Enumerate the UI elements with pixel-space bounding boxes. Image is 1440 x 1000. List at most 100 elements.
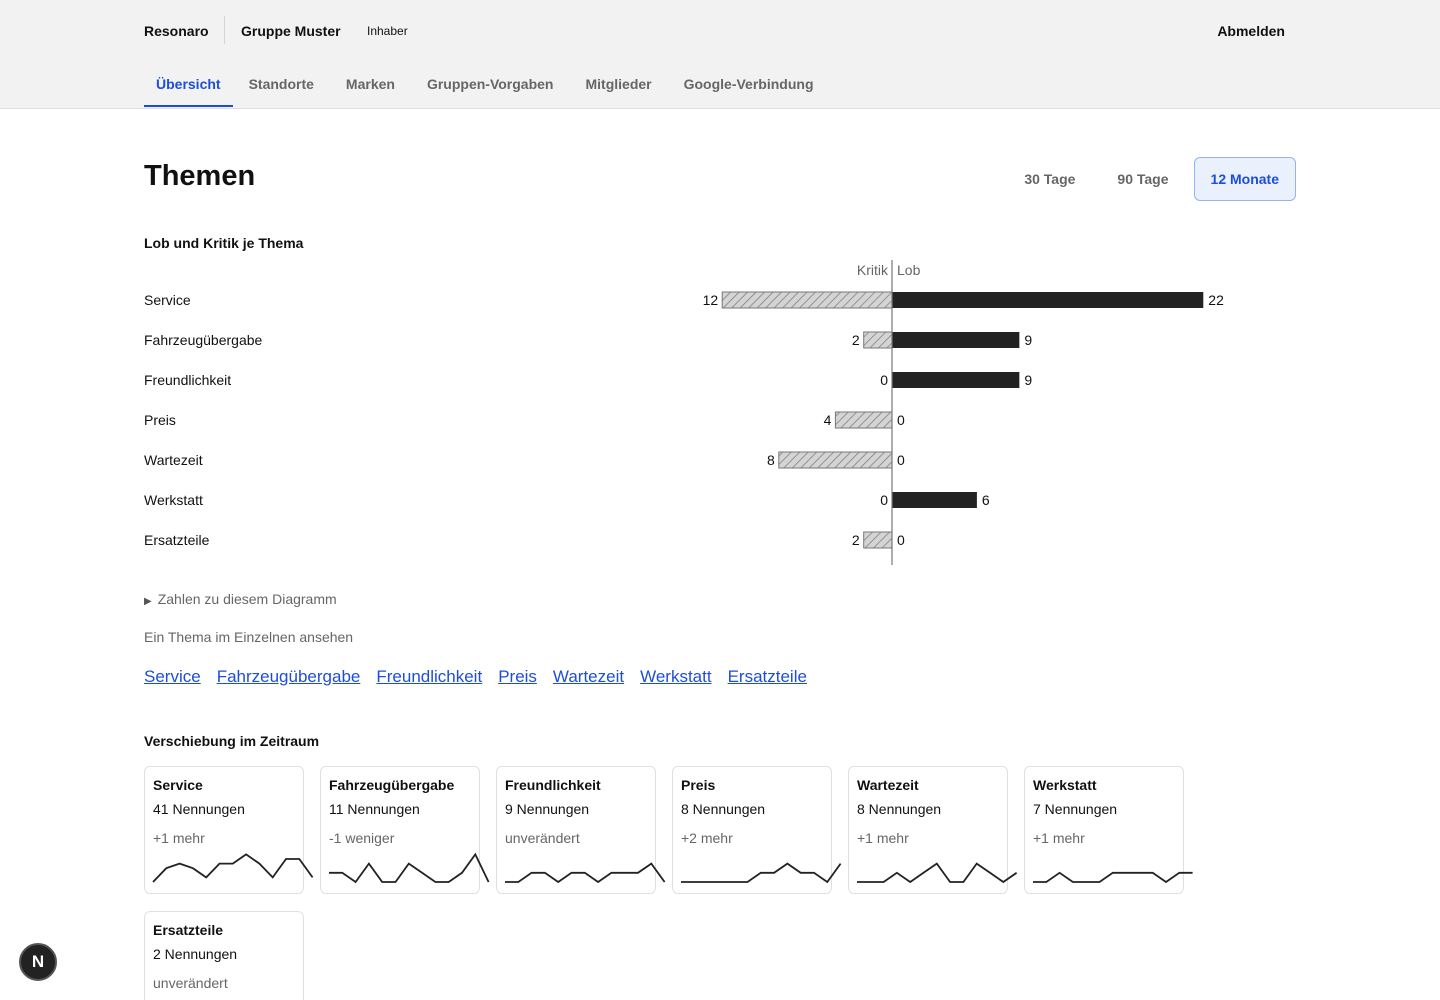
- card-delta: +1 mehr: [857, 830, 909, 846]
- card-mention-count: 7 Nennungen: [1033, 801, 1118, 817]
- lob-value-label: 0: [897, 452, 905, 468]
- card-topic-name: Wartezeit: [857, 777, 919, 793]
- logout-button[interactable]: Abmelden: [1217, 23, 1285, 39]
- lob-value-label: 22: [1208, 292, 1224, 308]
- lob-bar: [892, 332, 1020, 348]
- tab-uebersicht[interactable]: Übersicht: [144, 62, 233, 107]
- topic-link-freundlichkeit[interactable]: Freundlichkeit: [376, 667, 482, 687]
- card-topic-name: Freundlichkeit: [505, 777, 601, 793]
- lob-value-label: 9: [1024, 372, 1032, 388]
- topic-link-preis[interactable]: Preis: [498, 667, 537, 687]
- kritik-bar: [863, 331, 893, 349]
- lob-bar: [892, 492, 977, 508]
- page-title: Themen: [144, 160, 256, 192]
- kritik-value-label: 2: [852, 532, 860, 548]
- sparkline: [152, 853, 314, 883]
- topic-hint: Ein Thema im Einzelnen ansehen: [144, 629, 354, 645]
- lob-bar: [892, 372, 1020, 388]
- tab-gruppen-vorgaben[interactable]: Gruppen-Vorgaben: [411, 62, 570, 107]
- range-selector: 30 Tage 90 Tage 12 Monate: [1007, 157, 1296, 201]
- card-mention-count: 9 Nennungen: [505, 801, 590, 817]
- top-bar: Resonaro Gruppe Muster Inhaber Abmelden …: [0, 0, 1440, 109]
- topic-link-ersatzteile[interactable]: Ersatzteile: [728, 667, 807, 687]
- card-topic-name: Werkstatt: [1033, 777, 1097, 793]
- tab-mitglieder[interactable]: Mitglieder: [569, 62, 667, 107]
- lob-value-label: 0: [897, 532, 905, 548]
- shift-card: Wartezeit 8 Nennungen +1 mehr: [848, 766, 1018, 894]
- card-delta: +1 mehr: [1033, 830, 1085, 846]
- shift-card: Freundlichkeit 9 Nennungen unverändert: [496, 766, 666, 894]
- card-delta: +2 mehr: [681, 830, 733, 846]
- tab-marken[interactable]: Marken: [330, 62, 411, 107]
- range-90-days-button[interactable]: 90 Tage: [1100, 157, 1185, 201]
- sparkline: [681, 862, 842, 884]
- sparkline: [329, 852, 490, 884]
- card-delta: -1 weniger: [329, 830, 395, 846]
- sparkline: [505, 862, 666, 884]
- kritik-bar: [721, 291, 893, 309]
- shift-heading: Verschiebung im Zeitraum: [144, 733, 320, 749]
- range-12-months-button[interactable]: 12 Monate: [1193, 157, 1296, 201]
- lob-value-label: 0: [897, 412, 905, 428]
- category-label: Werkstatt: [144, 492, 203, 508]
- lob-value-label: 9: [1024, 332, 1032, 348]
- lob-value-label: 6: [982, 492, 990, 508]
- chart-data-disclosure[interactable]: ▶ Zahlen zu diesem Diagramm: [144, 591, 337, 607]
- sparkline-path: [681, 862, 842, 884]
- disclosure-triangle-icon: ▶: [144, 596, 152, 607]
- role-label: Inhaber: [367, 24, 408, 38]
- topic-link-wartezeit[interactable]: Wartezeit: [553, 667, 624, 687]
- card-mention-count: 11 Nennungen: [329, 801, 420, 817]
- card-topic-name: Preis: [681, 777, 716, 793]
- card-delta: unverändert: [505, 830, 580, 846]
- card-mention-count: 2 Nennungen: [153, 946, 238, 962]
- legend-lob: Lob: [897, 262, 921, 278]
- kritik-value-label: 0: [880, 372, 888, 388]
- kritik-bar: [778, 451, 893, 469]
- topic-link-fahrzeuguebergabe[interactable]: Fahrzeugübergabe: [217, 667, 361, 687]
- category-label: Freundlichkeit: [144, 372, 231, 388]
- sparkline-path: [857, 862, 1018, 884]
- sparkline-path: [152, 853, 314, 883]
- category-label: Fahrzeugübergabe: [144, 332, 263, 348]
- sparkline: [1033, 871, 1193, 884]
- topic-link-service[interactable]: Service: [144, 667, 201, 687]
- shift-card: Preis 8 Nennungen +2 mehr: [672, 766, 842, 894]
- kritik-value-label: 0: [880, 492, 888, 508]
- range-30-days-button[interactable]: 30 Tage: [1007, 157, 1092, 201]
- sparkline-path: [505, 862, 666, 884]
- dev-tools-badge[interactable]: N: [19, 943, 57, 981]
- tab-google-verbindung[interactable]: Google-Verbindung: [668, 62, 830, 107]
- card-topic-name: Ersatzteile: [153, 922, 224, 938]
- kritik-value-label: 2: [852, 332, 860, 348]
- kritik-value-label: 12: [703, 292, 719, 308]
- card-delta: +1 mehr: [153, 830, 205, 846]
- sparkline-path: [1033, 871, 1193, 884]
- card-mention-count: 8 Nennungen: [857, 801, 942, 817]
- sparkline: [857, 862, 1018, 884]
- topic-links: Service Fahrzeugübergabe Freundlichkeit …: [144, 667, 807, 687]
- sparkline-path: [329, 852, 490, 884]
- card-mention-count: 8 Nennungen: [681, 801, 766, 817]
- chart-heading: Lob und Kritik je Thema: [144, 235, 304, 251]
- tab-standorte[interactable]: Standorte: [233, 62, 330, 107]
- shift-card: Service 41 Nennungen +1 mehr: [144, 766, 314, 894]
- kritik-value-label: 8: [767, 452, 775, 468]
- topic-link-werkstatt[interactable]: Werkstatt: [640, 667, 711, 687]
- kritik-bar: [834, 411, 893, 429]
- disclosure-label: Zahlen zu diesem Diagramm: [157, 591, 337, 607]
- category-label: Wartezeit: [144, 452, 203, 468]
- legend-kritik: Kritik: [857, 262, 889, 278]
- brand-name[interactable]: Resonaro: [144, 23, 209, 39]
- shift-cards: Service 41 Nennungen +1 mehr Fahrzeugüberga…: [144, 766, 1204, 1000]
- praise-criticism-chart: Kritik Lob Service 12 22 Fahrzeugübergabe 2 9 Fr…: [144, 260, 1224, 565]
- main-tabs: Übersicht Standorte Marken Gruppen-Vorga…: [144, 62, 830, 107]
- shift-card: Werkstatt 7 Nennungen +1 mehr: [1024, 766, 1193, 894]
- category-label: Preis: [144, 412, 176, 428]
- header-divider: [224, 16, 225, 44]
- card-topic-name: Fahrzeugübergabe: [329, 777, 455, 793]
- kritik-bar: [863, 531, 893, 549]
- card-mention-count: 41 Nennungen: [153, 801, 245, 817]
- shift-card: Fahrzeugübergabe 11 Nennungen -1 weniger: [320, 766, 490, 894]
- shift-card: Ersatzteile 2 Nennungen unverändert: [144, 911, 304, 1000]
